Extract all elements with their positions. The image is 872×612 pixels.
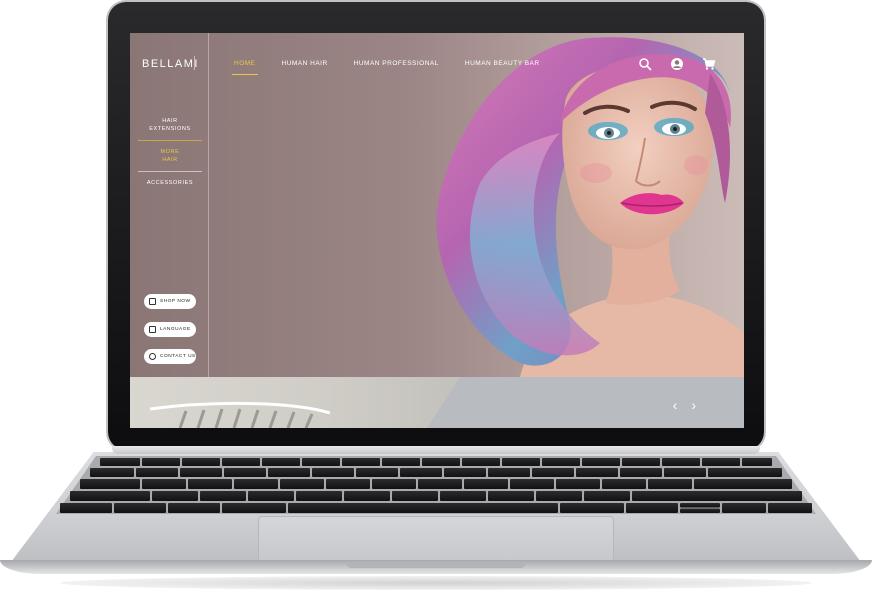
band-image — [130, 377, 460, 428]
sidebar-item-label-line2: HAIR — [162, 157, 178, 163]
sidebar-nav: HAIR EXTENSIONS MORE HAIR ACCESSORIES — [138, 117, 202, 187]
nav-human-beauty-bar[interactable]: HUMAN BEAUTY BAR — [465, 60, 540, 67]
laptop-mockup: BELLAMI HAIR EXTENSIONS MORE HAIR ACCESS… — [0, 0, 872, 612]
sidebar-item-label: ACCESSORIES — [146, 180, 194, 186]
bag-icon — [149, 298, 156, 305]
sidebar-item-hair-extensions[interactable]: HAIR EXTENSIONS — [138, 117, 202, 133]
sidebar: BELLAMI HAIR EXTENSIONS MORE HAIR ACCESS… — [130, 33, 209, 377]
user-icon[interactable] — [670, 57, 684, 71]
language-button[interactable]: LANGUAGE — [144, 322, 196, 337]
nav-home[interactable]: HOME — [232, 60, 257, 75]
brand-logo[interactable]: BELLAMI — [142, 58, 199, 70]
carousel-band: ‹ › — [130, 377, 744, 428]
nav-human-hair[interactable]: HUMAN HAIR — [282, 60, 328, 67]
top-nav: HOME HUMAN HAIR HUMAN PROFESSIONAL HUMAN… — [232, 60, 540, 75]
sidebar-divider — [138, 140, 202, 141]
cart-icon[interactable] — [702, 57, 716, 71]
headset-icon — [149, 353, 156, 360]
language-icon — [149, 326, 156, 333]
brand-divider — [194, 56, 195, 70]
trackpad — [258, 516, 614, 562]
laptop-shadow — [60, 576, 812, 590]
contact-us-label: CONTACT US — [160, 354, 196, 359]
carousel-controls: ‹ › — [673, 398, 696, 412]
search-icon[interactable] — [638, 57, 652, 71]
shop-now-label: SHOP NOW — [160, 299, 191, 304]
sidebar-item-accessories[interactable]: ACCESSORIES — [138, 179, 202, 187]
prev-arrow-icon[interactable]: ‹ — [673, 398, 678, 412]
sidebar-item-label-line2: EXTENSIONS — [149, 126, 191, 132]
hero-image — [400, 33, 744, 377]
contact-us-button[interactable]: CONTACT US — [144, 349, 196, 364]
sidebar-item-label-line1: HAIR — [162, 118, 178, 124]
sidebar-divider — [138, 171, 202, 172]
header-actions — [638, 57, 716, 71]
architecture-image — [150, 401, 330, 428]
keyboard — [56, 456, 816, 514]
website-screen: BELLAMI HAIR EXTENSIONS MORE HAIR ACCESS… — [130, 33, 744, 428]
laptop-opening-notch — [346, 562, 526, 568]
sidebar-item-more-hair[interactable]: MORE HAIR — [138, 148, 202, 164]
shop-now-button[interactable]: SHOP NOW — [144, 294, 196, 309]
laptop-hinge — [112, 446, 760, 454]
language-label: LANGUAGE — [160, 327, 191, 332]
sidebar-item-label-line1: MORE — [160, 149, 180, 155]
next-arrow-icon[interactable]: › — [691, 398, 696, 412]
nav-human-professional[interactable]: HUMAN PROFESSIONAL — [354, 60, 439, 67]
